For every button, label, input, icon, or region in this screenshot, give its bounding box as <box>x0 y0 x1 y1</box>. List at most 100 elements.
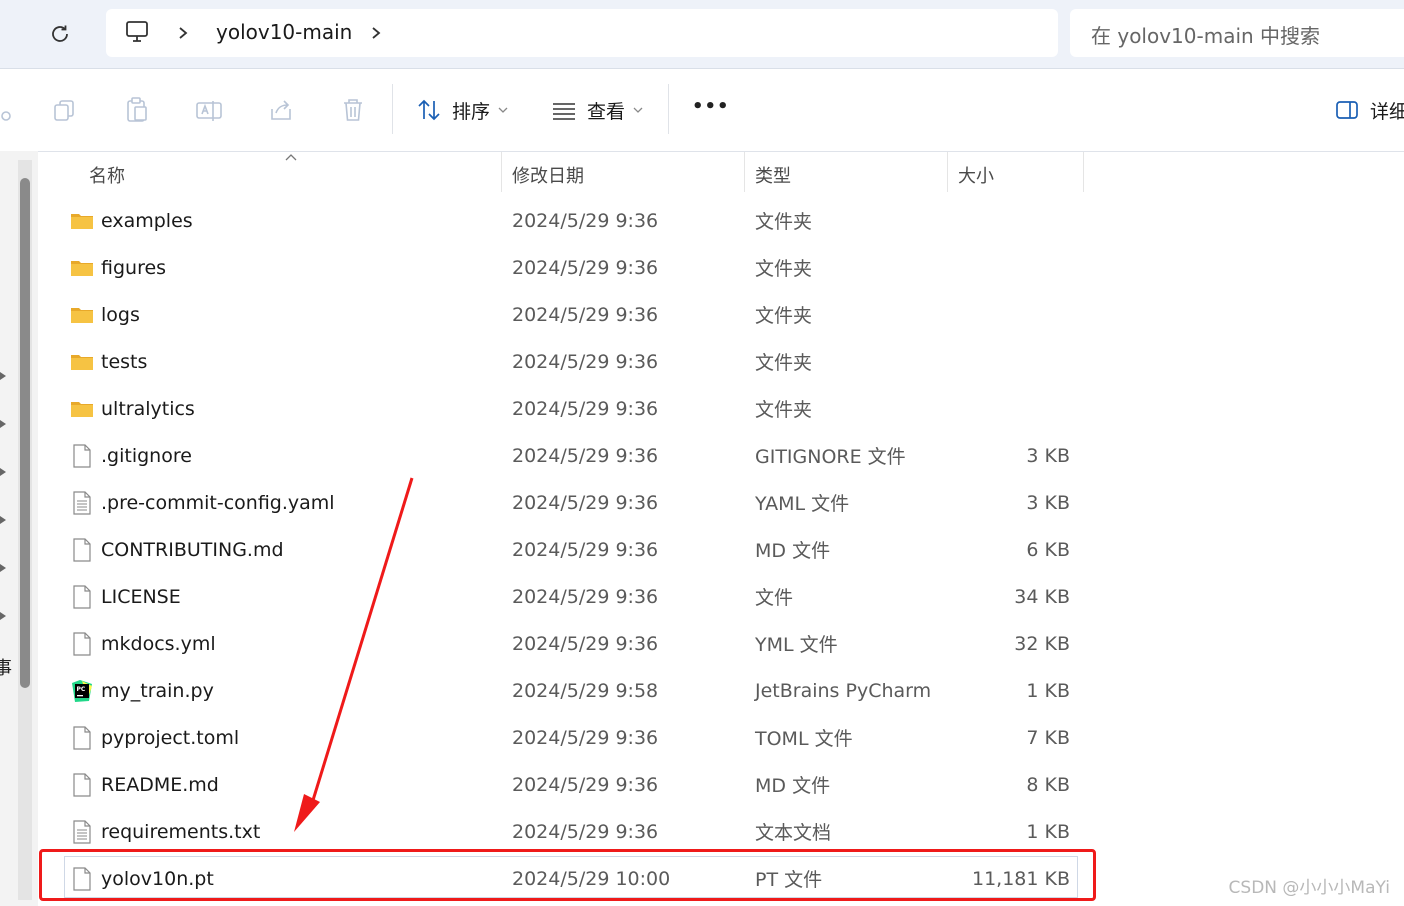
file-icon <box>70 537 94 562</box>
file-size: 6 KB <box>1026 538 1070 561</box>
column-divider[interactable] <box>744 152 745 192</box>
refresh-button[interactable] <box>44 18 76 50</box>
paste-icon[interactable] <box>122 95 152 125</box>
file-date-modified: 2024/5/29 9:36 <box>512 397 659 420</box>
sort-icon <box>418 99 440 121</box>
file-type: 文件夹 <box>755 352 813 374</box>
text-file-icon <box>70 490 94 515</box>
file-name: requirements.txt <box>101 820 261 843</box>
file-size: 32 KB <box>1014 632 1070 655</box>
folder-icon <box>70 209 94 233</box>
file-name: logs <box>101 303 140 326</box>
chevron-down-icon <box>633 107 643 113</box>
scrollbar-thumb[interactable] <box>20 178 30 688</box>
details-pane-button[interactable]: 详细 <box>1334 95 1404 125</box>
file-row[interactable]: requirements.txt 2024/5/29 9:36 文本文档 1 K… <box>62 808 1082 855</box>
file-name: tests <box>101 350 148 373</box>
file-date-modified: 2024/5/29 9:36 <box>512 256 659 279</box>
column-header-date[interactable]: 修改日期 <box>512 158 584 192</box>
text-file-icon <box>70 819 94 844</box>
file-row[interactable]: ultralytics 2024/5/29 9:36 文件夹 <box>62 385 1082 432</box>
nav-item-partial-label[interactable]: 事 <box>0 654 12 680</box>
file-row[interactable]: .gitignore 2024/5/29 9:36 GITIGNORE 文件 3… <box>62 432 1082 479</box>
annotation-arrow <box>294 477 414 832</box>
file-row[interactable]: PC my_train.py 2024/5/29 9:58 JetBrains … <box>62 667 1082 714</box>
copy-icon[interactable] <box>50 95 80 125</box>
file-icon <box>70 631 94 656</box>
breadcrumb-chevron-icon[interactable] <box>176 22 192 44</box>
file-type: 文件 <box>755 587 794 609</box>
this-pc-icon[interactable] <box>124 20 152 46</box>
file-type: YAML 文件 <box>755 493 850 515</box>
file-row[interactable]: LICENSE 2024/5/29 9:36 文件 34 KB <box>62 573 1082 620</box>
file-date-modified: 2024/5/29 9:36 <box>512 773 659 796</box>
file-name: README.md <box>101 773 219 796</box>
pycharm-icon: PC <box>70 679 94 703</box>
folder-icon <box>70 256 94 280</box>
file-name: LICENSE <box>101 585 181 608</box>
file-name: CONTRIBUTING.md <box>101 538 284 561</box>
rename-icon[interactable] <box>194 95 224 125</box>
file-row[interactable]: .pre-commit-config.yaml 2024/5/29 9:36 Y… <box>62 479 1082 526</box>
column-header-type[interactable]: 类型 <box>755 158 791 192</box>
file-icon <box>70 772 94 797</box>
toolbar-divider <box>668 84 669 134</box>
file-date-modified: 2024/5/29 9:36 <box>512 209 659 232</box>
file-name: pyproject.toml <box>101 726 240 749</box>
svg-text:PC: PC <box>77 686 86 693</box>
watermark: CSDN @小小小MaYi <box>1228 878 1390 898</box>
file-size: 3 KB <box>1026 491 1070 514</box>
highlight-box <box>39 849 1096 901</box>
file-icon <box>70 584 94 609</box>
file-row[interactable]: tests 2024/5/29 9:36 文件夹 <box>62 338 1082 385</box>
column-divider[interactable] <box>1083 152 1084 192</box>
column-divider[interactable] <box>947 152 948 192</box>
more-options-button[interactable]: ••• <box>692 96 730 117</box>
view-button[interactable]: 查看 <box>550 95 660 125</box>
file-type: 文件夹 <box>755 399 813 421</box>
file-name: examples <box>101 209 193 232</box>
file-row[interactable]: CONTRIBUTING.md 2024/5/29 9:36 MD 文件 6 K… <box>62 526 1082 573</box>
cut-icon[interactable] <box>0 95 16 125</box>
file-size: 7 KB <box>1026 726 1070 749</box>
file-date-modified: 2024/5/29 9:36 <box>512 350 659 373</box>
share-icon[interactable] <box>266 95 296 125</box>
file-row[interactable]: logs 2024/5/29 9:36 文件夹 <box>62 291 1082 338</box>
file-date-modified: 2024/5/29 9:36 <box>512 303 659 326</box>
details-label: 详细 <box>1370 100 1404 123</box>
file-type: MD 文件 <box>755 775 831 797</box>
file-type: MD 文件 <box>755 540 831 562</box>
file-row[interactable]: figures 2024/5/29 9:36 文件夹 <box>62 244 1082 291</box>
file-name: .gitignore <box>101 444 192 467</box>
sort-button[interactable]: 排序 <box>414 95 524 125</box>
column-header-name[interactable]: 名称 <box>89 158 125 192</box>
file-icon <box>70 725 94 750</box>
file-date-modified: 2024/5/29 9:36 <box>512 726 659 749</box>
file-name: ultralytics <box>101 397 195 420</box>
breadcrumb-chevron-icon[interactable] <box>369 22 385 44</box>
file-row[interactable]: examples 2024/5/29 9:36 文件夹 <box>62 197 1082 244</box>
file-date-modified: 2024/5/29 9:36 <box>512 585 659 608</box>
file-row[interactable]: pyproject.toml 2024/5/29 9:36 TOML 文件 7 … <box>62 714 1082 761</box>
folder-icon <box>70 350 94 374</box>
file-row[interactable]: README.md 2024/5/29 9:36 MD 文件 8 KB <box>62 761 1082 808</box>
column-header-size[interactable]: 大小 <box>958 158 994 192</box>
file-type: 文件夹 <box>755 305 813 327</box>
file-type: YML 文件 <box>755 634 838 656</box>
search-input[interactable]: 在 yolov10-main 中搜索 <box>1091 20 1320 49</box>
toolbar-divider <box>392 84 393 134</box>
folder-icon <box>70 303 94 327</box>
file-name: mkdocs.yml <box>101 632 216 655</box>
file-type: 文件夹 <box>755 258 813 280</box>
file-size: 8 KB <box>1026 773 1070 796</box>
folder-icon <box>70 397 94 421</box>
file-size: 34 KB <box>1014 585 1070 608</box>
sort-label: 排序 <box>452 100 491 123</box>
file-row[interactable]: mkdocs.yml 2024/5/29 9:36 YML 文件 32 KB <box>62 620 1082 667</box>
sort-up-chevron-icon <box>283 149 299 161</box>
details-pane-icon <box>1336 101 1358 119</box>
breadcrumb-folder[interactable]: yolov10-main <box>216 20 352 44</box>
column-divider[interactable] <box>501 152 502 192</box>
view-list-icon <box>553 103 575 120</box>
delete-icon[interactable] <box>338 95 368 125</box>
